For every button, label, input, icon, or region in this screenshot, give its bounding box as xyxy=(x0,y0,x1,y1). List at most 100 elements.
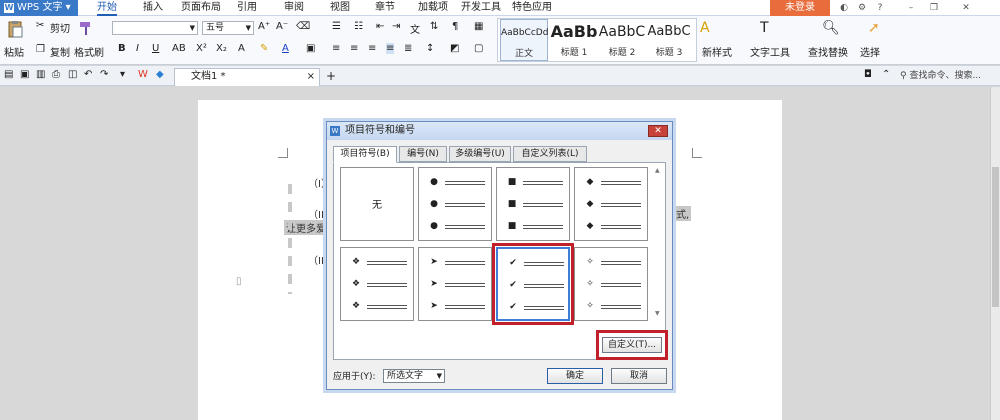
ok-button[interactable]: 确定 xyxy=(547,368,603,384)
restore-icon[interactable]: ❐ xyxy=(928,2,940,14)
find-replace-label[interactable]: 查找替换 xyxy=(808,44,848,59)
style-heading2[interactable]: AaBbC 标题 2 xyxy=(598,19,646,61)
format-painter-label[interactable]: 格式刷 xyxy=(74,44,104,59)
select-label[interactable]: 选择 xyxy=(860,44,880,59)
command-search-box[interactable]: ⚲ 查找命令、搜索... xyxy=(900,69,998,83)
table-icon[interactable]: ▦ xyxy=(474,21,483,32)
tab-view[interactable]: 视图 xyxy=(330,0,350,16)
numbered-list-icon[interactable]: ☷ xyxy=(354,21,363,32)
distributed-icon[interactable]: ≣ xyxy=(404,43,412,54)
text-effect-icon[interactable]: A xyxy=(238,43,245,54)
bullet-option-diamond[interactable]: ◆ ◆ ◆ xyxy=(574,167,648,241)
tab-numbering[interactable]: 编号(N) xyxy=(399,146,447,162)
bullet-option-star[interactable]: ✧ ✧ ✧ xyxy=(574,247,648,321)
vertical-scrollbar[interactable] xyxy=(990,87,1000,420)
print-preview-icon[interactable]: ◫ xyxy=(68,69,77,80)
print-icon[interactable]: ⎙ xyxy=(52,69,60,80)
font-name-combo[interactable]: ▼ xyxy=(112,21,198,35)
line-spacing-icon[interactable]: ↕ xyxy=(426,43,434,54)
minimize-icon[interactable]: – xyxy=(905,2,917,14)
font-size-combo[interactable]: 五号 ▼ xyxy=(202,21,254,35)
settings-icon[interactable]: ⚙ xyxy=(856,2,868,14)
dialog-titlebar[interactable]: W 项目符号和编号 ✕ xyxy=(327,122,672,140)
gallery-scrollbar[interactable]: ▲ ▼ xyxy=(655,167,663,317)
decrease-indent-icon[interactable]: ⇤ xyxy=(376,21,384,32)
shading-icon[interactable]: ◩ xyxy=(450,43,459,54)
select-icon[interactable]: ➚ xyxy=(868,20,880,36)
strikethrough-icon[interactable]: AB xyxy=(172,43,186,54)
tab-page-layout[interactable]: 页面布局 xyxy=(181,0,221,16)
scroll-down-icon[interactable]: ▼ xyxy=(655,310,660,317)
border-icon[interactable]: ▢ xyxy=(474,43,483,54)
style-normal[interactable]: AaBbCcDd 正文 xyxy=(500,19,548,61)
find-replace-icon[interactable]: 🔍︎ xyxy=(822,20,840,36)
collapse-icon[interactable]: ⌃ xyxy=(882,69,890,80)
apply-to-select[interactable]: 所选文字 ▼ xyxy=(383,369,445,383)
minimize-ribbon-icon[interactable]: ◘ xyxy=(864,69,872,80)
new-tab-icon[interactable]: + xyxy=(326,69,336,83)
cube-icon[interactable]: ◆ xyxy=(156,69,164,80)
login-button[interactable]: 未登录 xyxy=(770,0,830,16)
help-icon[interactable]: ? xyxy=(874,2,886,14)
format-painter-icon[interactable] xyxy=(78,20,94,36)
increase-indent-icon[interactable]: ⇥ xyxy=(392,21,400,32)
bullet-option-square[interactable]: ■ ■ ■ xyxy=(496,167,570,241)
scroll-up-icon[interactable]: ▲ xyxy=(655,167,660,174)
tab-insert[interactable]: 插入 xyxy=(143,0,163,16)
new-style-label[interactable]: 新样式 xyxy=(702,44,732,59)
tab-developer[interactable]: 开发工具 xyxy=(461,0,501,16)
redo-icon[interactable]: ↷ xyxy=(100,69,108,80)
new-style-icon[interactable]: A xyxy=(700,20,710,36)
export-pdf-icon[interactable]: ▥ xyxy=(36,69,45,80)
clear-format-icon[interactable]: ⌫ xyxy=(296,21,310,32)
tab-section[interactable]: 章节 xyxy=(375,0,395,16)
align-left-icon[interactable]: ≡ xyxy=(332,43,340,54)
shrink-font-icon[interactable]: A⁻ xyxy=(276,21,288,32)
open-icon[interactable]: ▤ xyxy=(4,69,13,80)
skin-icon[interactable]: ◐ xyxy=(838,2,850,14)
copy-icon[interactable]: ❐ xyxy=(36,44,45,55)
app-menu-button[interactable]: W WPS 文字 ▾ xyxy=(0,0,78,16)
sort-icon[interactable]: ⇅ xyxy=(430,21,438,32)
cancel-button[interactable]: 取消 xyxy=(611,368,667,384)
document-tab[interactable]: 文档1 * × xyxy=(174,68,320,86)
wps-cloud-icon[interactable]: W xyxy=(138,69,148,80)
bullet-option-quad-diamond[interactable]: ❖ ❖ ❖ xyxy=(340,247,414,321)
align-right-icon[interactable]: ≡ xyxy=(368,43,376,54)
tab-home[interactable]: 开始 xyxy=(97,0,117,16)
tab-special[interactable]: 特色应用 xyxy=(512,0,552,16)
close-icon[interactable]: ✕ xyxy=(960,2,972,14)
bullet-option-arrow[interactable]: ➤ ➤ ➤ xyxy=(418,247,492,321)
text-tools-icon[interactable]: T xyxy=(760,20,769,36)
show-marks-icon[interactable]: ¶ xyxy=(452,21,458,32)
underline-icon[interactable]: U xyxy=(152,43,159,54)
bullet-list-icon[interactable]: ☰ xyxy=(332,21,341,32)
scrollbar-thumb[interactable] xyxy=(992,167,999,307)
tab-bullets[interactable]: 项目符号(B) xyxy=(333,146,397,163)
style-heading3[interactable]: AaBbC 标题 3 xyxy=(646,19,692,61)
superscript-icon[interactable]: X² xyxy=(196,43,207,54)
undo-icon[interactable]: ↶ xyxy=(84,69,92,80)
align-center-icon[interactable]: ≡ xyxy=(350,43,358,54)
cut-icon[interactable]: ✂ xyxy=(36,20,44,31)
customize-dropdown-icon[interactable]: ▾ xyxy=(120,69,125,80)
grow-font-icon[interactable]: A⁺ xyxy=(258,21,270,32)
cut-label[interactable]: 剪切 xyxy=(50,20,70,35)
char-border-icon[interactable]: ▣ xyxy=(306,43,315,54)
tab-addins[interactable]: 加载项 xyxy=(418,0,448,16)
bullet-option-none[interactable]: 无 xyxy=(340,167,414,241)
chinese-layout-icon[interactable]: 文 xyxy=(410,21,420,36)
dialog-close-button[interactable]: ✕ xyxy=(648,125,668,137)
subscript-icon[interactable]: X₂ xyxy=(216,43,227,54)
text-tools-label[interactable]: 文字工具 xyxy=(750,44,790,59)
tab-review[interactable]: 审阅 xyxy=(284,0,304,16)
justify-icon[interactable]: ≡ xyxy=(386,43,395,54)
tab-custom-list[interactable]: 自定义列表(L) xyxy=(513,146,587,162)
doc-tab-close-icon[interactable]: × xyxy=(307,69,315,85)
tab-references[interactable]: 引用 xyxy=(237,0,257,16)
italic-icon[interactable]: I xyxy=(136,43,139,54)
style-heading1[interactable]: AaBb 标题 1 xyxy=(550,19,598,61)
copy-label[interactable]: 复制 xyxy=(50,44,70,59)
bullet-option-dot[interactable]: ● ● ● xyxy=(418,167,492,241)
tab-multilevel[interactable]: 多级编号(U) xyxy=(449,146,511,162)
